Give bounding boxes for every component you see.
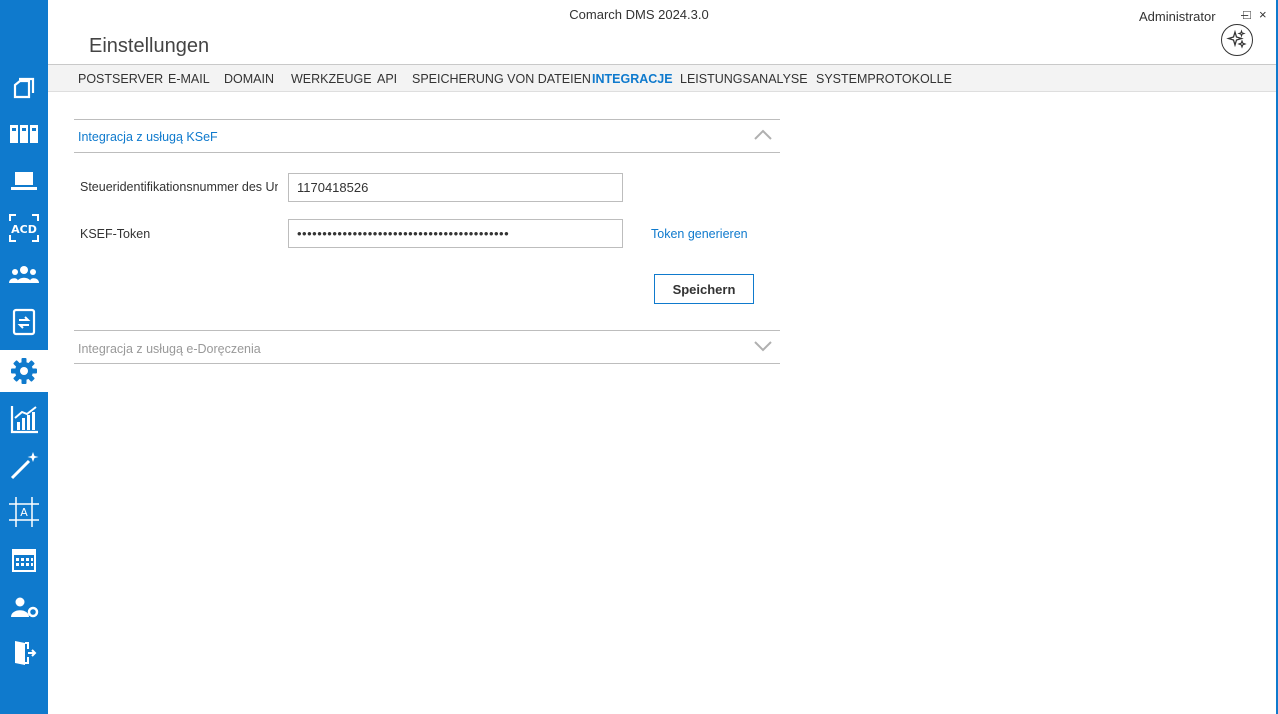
section-divider: [74, 363, 780, 364]
settings-tabbar: POSTSERVER E-MAIL DOMAIN WERKZEUGE API S…: [48, 64, 1276, 92]
nip-label: Steueridentifikationsnummer des Unterneh…: [80, 180, 278, 194]
tab-api[interactable]: API: [377, 72, 397, 86]
section-divider: [74, 152, 780, 153]
nip-input[interactable]: [288, 173, 623, 202]
close-button[interactable]: ×: [1259, 7, 1267, 22]
app-title: Comarch DMS 2024.3.0: [569, 7, 709, 22]
sidebar-item-users[interactable]: [0, 254, 48, 296]
sidebar-item-workstation[interactable]: [0, 160, 48, 202]
sidebar-item-user-settings[interactable]: [0, 586, 48, 628]
tab-domain[interactable]: DOMAIN: [224, 72, 274, 86]
logout-door-icon: [15, 641, 37, 665]
user-settings-icon: [11, 597, 39, 618]
sidebar-item-wizard[interactable]: [0, 444, 48, 486]
tab-speicherung[interactable]: SPEICHERUNG VON DATEIEN: [412, 72, 591, 86]
ksef-token-input[interactable]: [288, 219, 623, 248]
ksef-section-header[interactable]: Integracja z usługą KSeF: [78, 130, 218, 144]
laptop-icon: [11, 172, 37, 190]
user-name[interactable]: Administrator: [1139, 9, 1216, 24]
chevron-up-icon[interactable]: [753, 128, 773, 142]
generate-token-link[interactable]: Token generieren: [651, 227, 748, 241]
tab-werkzeuge[interactable]: WERKZEUGE: [291, 72, 372, 86]
tab-systemprotokolle[interactable]: SYSTEMPROTOKOLLE: [816, 72, 952, 86]
sidebar-item-documents[interactable]: [0, 67, 48, 109]
repository-icon: [10, 125, 38, 143]
sparkle-icon: [1226, 29, 1247, 49]
svg-text:ACD: ACD: [11, 223, 37, 236]
sidebar-item-logout[interactable]: [0, 632, 48, 674]
ksef-token-label: KSEF-Token: [80, 227, 151, 241]
tab-leistungsanalyse[interactable]: LEISTUNGSANALYSE: [680, 72, 808, 86]
sidebar-item-document-flow[interactable]: [0, 301, 48, 343]
acd-scan-icon: ACD: [9, 214, 39, 242]
tab-email[interactable]: E-MAIL: [168, 72, 210, 86]
sidebar-item-settings[interactable]: [0, 350, 48, 392]
maximize-button[interactable]: □: [1243, 7, 1251, 22]
calendar-icon: [12, 549, 36, 572]
page-title: Einstellungen: [89, 35, 210, 57]
save-button[interactable]: Speichern: [654, 274, 754, 304]
magic-wand-icon: [10, 452, 39, 480]
users-icon: [9, 266, 39, 283]
sidebar: ACD A: [0, 0, 48, 714]
document-sync-icon: [12, 308, 36, 336]
svg-text:A: A: [20, 506, 28, 519]
chevron-down-icon[interactable]: [753, 339, 773, 353]
tab-integracje[interactable]: INTEGRACJE: [592, 72, 673, 86]
analytics-chart-icon: [10, 406, 38, 434]
section-divider: [74, 330, 780, 331]
sidebar-item-calendar[interactable]: [0, 539, 48, 581]
edoreczenia-section-header[interactable]: Integracja z usługą e-Doręczenia: [78, 342, 261, 356]
text-frame-icon: A: [9, 497, 39, 527]
sidebar-item-text-recognition[interactable]: A: [0, 491, 48, 533]
sidebar-item-repository[interactable]: [0, 113, 48, 155]
documents-icon: [13, 77, 35, 99]
ai-assistant-button[interactable]: [1221, 24, 1253, 56]
sidebar-item-acd[interactable]: ACD: [0, 207, 48, 249]
settings-gear-icon: [11, 358, 37, 384]
tab-postserver[interactable]: POSTSERVER: [78, 72, 163, 86]
section-divider: [74, 119, 780, 120]
sidebar-item-analytics[interactable]: [0, 398, 48, 440]
